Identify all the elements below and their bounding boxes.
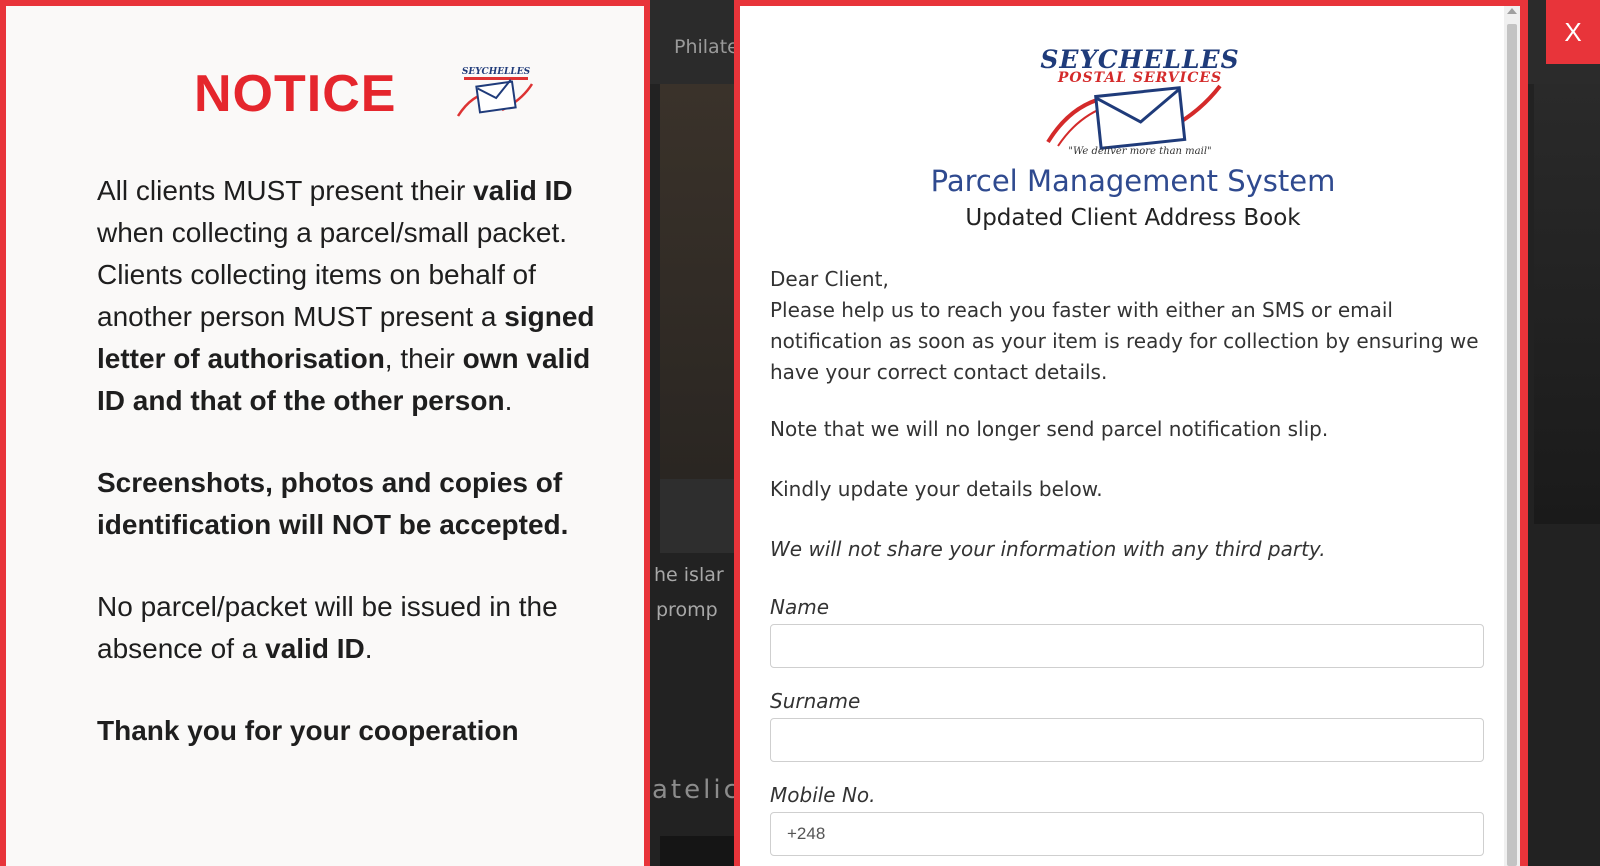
address-book-popup: SEYCHELLES POSTAL SERVICES "We deliver m… (734, 0, 1526, 866)
background-band (660, 479, 740, 553)
note-text: Note that we will no longer send parcel … (770, 417, 1329, 441)
notice-paragraph-authorisation: Clients collecting items on behalf of an… (97, 259, 595, 416)
close-button[interactable]: X (1546, 0, 1600, 64)
intro-text: Please help us to reach you faster with … (770, 298, 1479, 384)
background-hero-image (660, 84, 740, 479)
pms-subtitle: Updated Client Address Book (965, 205, 1301, 231)
seychelles-postal-logo: SEYCHELLES POSTAL SERVICES "We deliver m… (1040, 46, 1238, 156)
name-label: Name (770, 595, 830, 619)
background-nav-link[interactable]: Philate (674, 36, 739, 58)
background-hero-image-right (1534, 84, 1600, 524)
notice-body: All clients MUST present their valid ID … (97, 170, 597, 752)
update-text: Kindly update your details below. (770, 477, 1103, 501)
form-scrollbar[interactable] (1504, 6, 1520, 866)
name-input[interactable] (770, 624, 1484, 668)
notice-paragraph-screenshots: Screenshots, photos and copies of identi… (97, 467, 569, 540)
logo-tagline: "We deliver more than mail" (1068, 146, 1211, 156)
background-text-fragment: he islar (654, 564, 724, 586)
form-intro: Dear Client, Please help us to reach you… (770, 264, 1482, 388)
notice-popup: NOTICE SEYCHELLES All clients MUST prese… (0, 0, 650, 866)
scroll-up-icon[interactable] (1507, 8, 1517, 14)
postal-logo-small: SEYCHELLES (456, 67, 534, 117)
notice-paragraph-thanks: Thank you for your cooperation (97, 715, 519, 746)
privacy-text: We will not share your information with … (770, 537, 1326, 561)
mobile-label: Mobile No. (770, 783, 876, 807)
pms-title: Parcel Management System (930, 164, 1336, 198)
mobile-input[interactable] (770, 812, 1484, 856)
background-footer (660, 836, 740, 866)
scroll-thumb[interactable] (1507, 24, 1517, 866)
notice-paragraph-id: All clients MUST present their valid ID … (97, 175, 573, 248)
logo-line2: POSTAL SERVICES (1057, 70, 1222, 86)
background-text-fragment: promp (656, 599, 718, 621)
popup-border-right (1520, 0, 1528, 866)
surname-input[interactable] (770, 718, 1484, 762)
notice-paragraph-no-parcel: No parcel/packet will be issued in the a… (97, 591, 558, 664)
postal-logo-small-stripe (464, 77, 528, 80)
surname-label: Surname (770, 689, 861, 713)
postal-logo-small-text: SEYCHELLES (462, 67, 531, 77)
background-heading-fragment: atelic (652, 775, 741, 805)
greeting: Dear Client, (770, 267, 889, 291)
notice-title: NOTICE (194, 65, 397, 123)
